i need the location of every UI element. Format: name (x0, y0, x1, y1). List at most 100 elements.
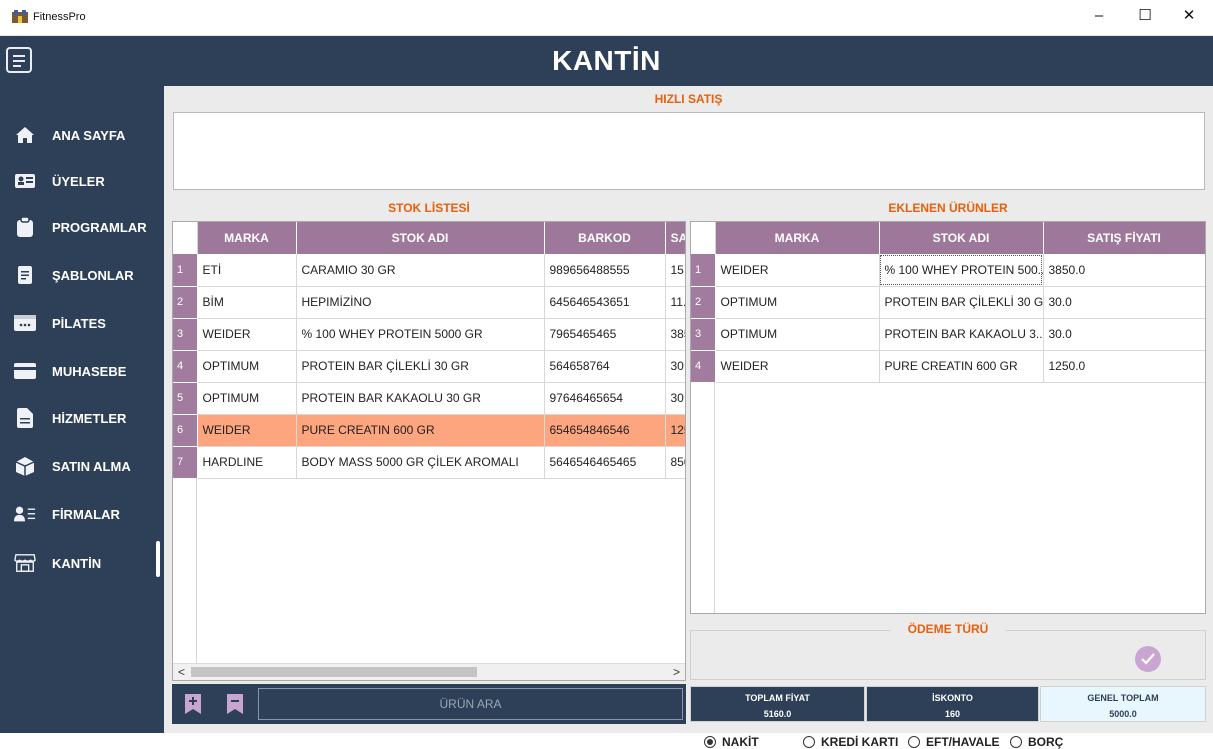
radio-kredi-karti[interactable]: KREDİ KARTI (803, 735, 898, 749)
total-price-value: 5160.0 (763, 709, 792, 719)
cell-barkod[interactable]: 5646546465465 (544, 446, 666, 479)
total-price-label: TOPLAM FİYAT (745, 693, 810, 703)
cell-marka[interactable]: BİM (197, 286, 297, 319)
table-row-selected[interactable]: 6 WEIDER PURE CREATIN 600 GR 654654846546 12… (173, 414, 685, 447)
table-row[interactable]: 7 HARDLINE BODY MASS 5000 GR ÇİLEK AROMALI… (173, 446, 685, 479)
cell-fiyat[interactable]: 30. (665, 382, 685, 415)
cell-marka[interactable]: WEIDER (715, 254, 880, 287)
credit-card-icon (14, 362, 36, 380)
scroll-right-arrow[interactable]: > (673, 665, 680, 679)
grand-total-box: GENEL TOPLAM 5000.0 (1040, 686, 1206, 722)
sidebar-item-kantin[interactable]: KANTİN (14, 551, 101, 575)
table-row[interactable]: 5 OPTIMUM PROTEIN BAR KAKAOLU 30 GR 9764646… (173, 382, 685, 415)
radio-borc[interactable]: BORÇ (1010, 735, 1063, 749)
cell-marka[interactable]: WEIDER (197, 318, 297, 351)
window-titlebar: FitnessPro – ☐ ✕ (0, 0, 1213, 36)
cell-marka[interactable]: WEIDER (715, 350, 880, 383)
sidebar-item-satin-alma[interactable]: SATIN ALMA (14, 454, 131, 478)
cell-marka[interactable]: ETİ (197, 254, 297, 287)
table-row[interactable]: 2 OPTIMUM PROTEIN BAR ÇİLEKLİ 30 GR 30.0 (691, 286, 1205, 319)
cell-stok-adi[interactable]: PURE CREATIN 600 GR (296, 414, 545, 447)
cell-stok-adi[interactable]: HEPIMİZİNO (296, 286, 545, 319)
sidebar-item-firmalar[interactable]: FİRMALAR (14, 502, 120, 526)
close-button[interactable]: ✕ (1166, 0, 1212, 30)
sidebar-item-sablonlar[interactable]: ŞABLONLAR (14, 263, 134, 287)
table-row[interactable]: 4 OPTIMUM PROTEIN BAR ÇİLEKLİ 30 GR 5646587… (173, 350, 685, 383)
row-number: 4 (173, 350, 198, 383)
window-title: FitnessPro (33, 11, 86, 23)
product-search-input[interactable]: ÜRÜN ARA (258, 688, 683, 720)
cell-marka[interactable]: WEIDER (197, 414, 297, 447)
column-header[interactable]: SATIŞ FİYATI (1043, 222, 1205, 254)
add-bookmark-icon[interactable] (184, 693, 202, 715)
column-header[interactable]: STOK ADI (296, 222, 545, 254)
cell-fiyat[interactable]: 125 (665, 414, 685, 447)
row-number: 4 (691, 350, 716, 383)
table-row[interactable]: 4 WEIDER PURE CREATIN 600 GR 1250.0 (691, 350, 1205, 383)
radio-label: KREDİ KARTI (821, 735, 899, 749)
table-row[interactable]: 2 BİM HEPIMİZİNO 645646543651 11. (173, 286, 685, 319)
radio-nakit[interactable]: NAKİT (704, 735, 759, 749)
cell-marka[interactable]: HARDLINE (197, 446, 297, 479)
cell-stok-adi[interactable]: PROTEIN BAR KAKAOLU 30 GR (296, 382, 545, 415)
column-header[interactable]: SA (665, 222, 685, 254)
cell-stok-adi[interactable]: PROTEIN BAR ÇİLEKLİ 30 GR (879, 286, 1044, 319)
scrollbar-thumb[interactable] (191, 667, 477, 677)
cell-fiyat[interactable]: 385 (665, 318, 685, 351)
radio-label: EFT/HAVALE (926, 735, 1000, 749)
cell-marka[interactable]: OPTIMUM (197, 382, 297, 415)
cell-marka[interactable]: OPTIMUM (197, 350, 297, 383)
sidebar-item-ana-sayfa[interactable]: ANA SAYFA (14, 123, 125, 147)
minimize-button[interactable]: – (1076, 0, 1122, 30)
cell-satis-fiyati[interactable]: 1250.0 (1043, 350, 1205, 383)
cell-barkod[interactable]: 564658764 (544, 350, 666, 383)
horizontal-scrollbar[interactable]: < > (173, 663, 685, 680)
scroll-left-arrow[interactable]: < (178, 665, 185, 679)
radio-eft-havale[interactable]: EFT/HAVALE (908, 735, 1000, 749)
remove-bookmark-icon[interactable] (226, 693, 244, 715)
column-header[interactable]: BARKOD (544, 222, 666, 254)
table-row[interactable]: 3 WEIDER% 100 WHEY PROTEIN 5000 GR 7965465… (173, 318, 685, 351)
table-row[interactable]: 3 OPTIMUM PROTEIN BAR KAKAOLU 3... 30.0 (691, 318, 1205, 351)
cell-stok-adi[interactable]: % 100 WHEY PROTEIN 500... (879, 254, 1044, 287)
row-number: 3 (173, 318, 198, 351)
maximize-button[interactable]: ☐ (1122, 0, 1168, 30)
column-header[interactable]: MARKA (715, 222, 880, 254)
sidebar-item-muhasebe[interactable]: MUHASEBE (14, 359, 126, 383)
row-number: 7 (173, 446, 198, 479)
table-row[interactable]: 1 ETİ CARAMIO 30 GR 989656488555 15. (173, 254, 685, 287)
cell-marka[interactable]: OPTIMUM (715, 286, 880, 319)
cell-barkod[interactable]: 654654846546 (544, 414, 666, 447)
discount-value: 160 (944, 709, 961, 719)
cell-barkod[interactable]: 645646543651 (544, 286, 666, 319)
cell-barkod[interactable]: 97646465654 (544, 382, 666, 415)
cell-fiyat[interactable]: 30. (665, 350, 685, 383)
column-header[interactable]: MARKA (197, 222, 297, 254)
cell-fiyat[interactable]: 850 (665, 446, 685, 479)
sidebar-item-hizmetler[interactable]: HİZMETLER (14, 406, 126, 430)
table-row[interactable]: 1 WEIDER% 100 WHEY PROTEIN 500... 3850.0 (691, 254, 1205, 287)
cell-fiyat[interactable]: 11. (665, 286, 685, 319)
cell-fiyat[interactable]: 15. (665, 254, 685, 287)
row-number: 3 (691, 318, 716, 351)
cell-barkod[interactable]: 7965465465 (544, 318, 666, 351)
quick-sale-panel[interactable] (173, 112, 1205, 190)
cell-stok-adi[interactable]: BODY MASS 5000 GR ÇİLEK AROMALI (296, 446, 545, 479)
cell-satis-fiyati[interactable]: 30.0 (1043, 318, 1205, 351)
cell-satis-fiyati[interactable]: 3850.0 (1043, 254, 1205, 287)
cell-marka[interactable]: OPTIMUM (715, 318, 880, 351)
sidebar-item-pilates[interactable]: PİLATES (14, 311, 106, 335)
document-icon (14, 266, 36, 284)
row-header-column (173, 478, 197, 680)
cell-stok-adi[interactable]: PROTEIN BAR ÇİLEKLİ 30 GR (296, 350, 545, 383)
sidebar-item-uyeler[interactable]: ÜYELER (14, 169, 105, 193)
cell-satis-fiyati[interactable]: 30.0 (1043, 286, 1205, 319)
sidebar-item-programlar[interactable]: PROGRAMLAR (14, 215, 147, 239)
confirm-check-icon[interactable] (1135, 646, 1161, 672)
cell-barkod[interactable]: 989656488555 (544, 254, 666, 287)
column-header[interactable]: STOK ADI (879, 222, 1044, 254)
cell-stok-adi[interactable]: CARAMIO 30 GR (296, 254, 545, 287)
cell-stok-adi[interactable]: % 100 WHEY PROTEIN 5000 GR (296, 318, 545, 351)
cell-stok-adi[interactable]: PURE CREATIN 600 GR (879, 350, 1044, 383)
cell-stok-adi[interactable]: PROTEIN BAR KAKAOLU 3... (879, 318, 1044, 351)
